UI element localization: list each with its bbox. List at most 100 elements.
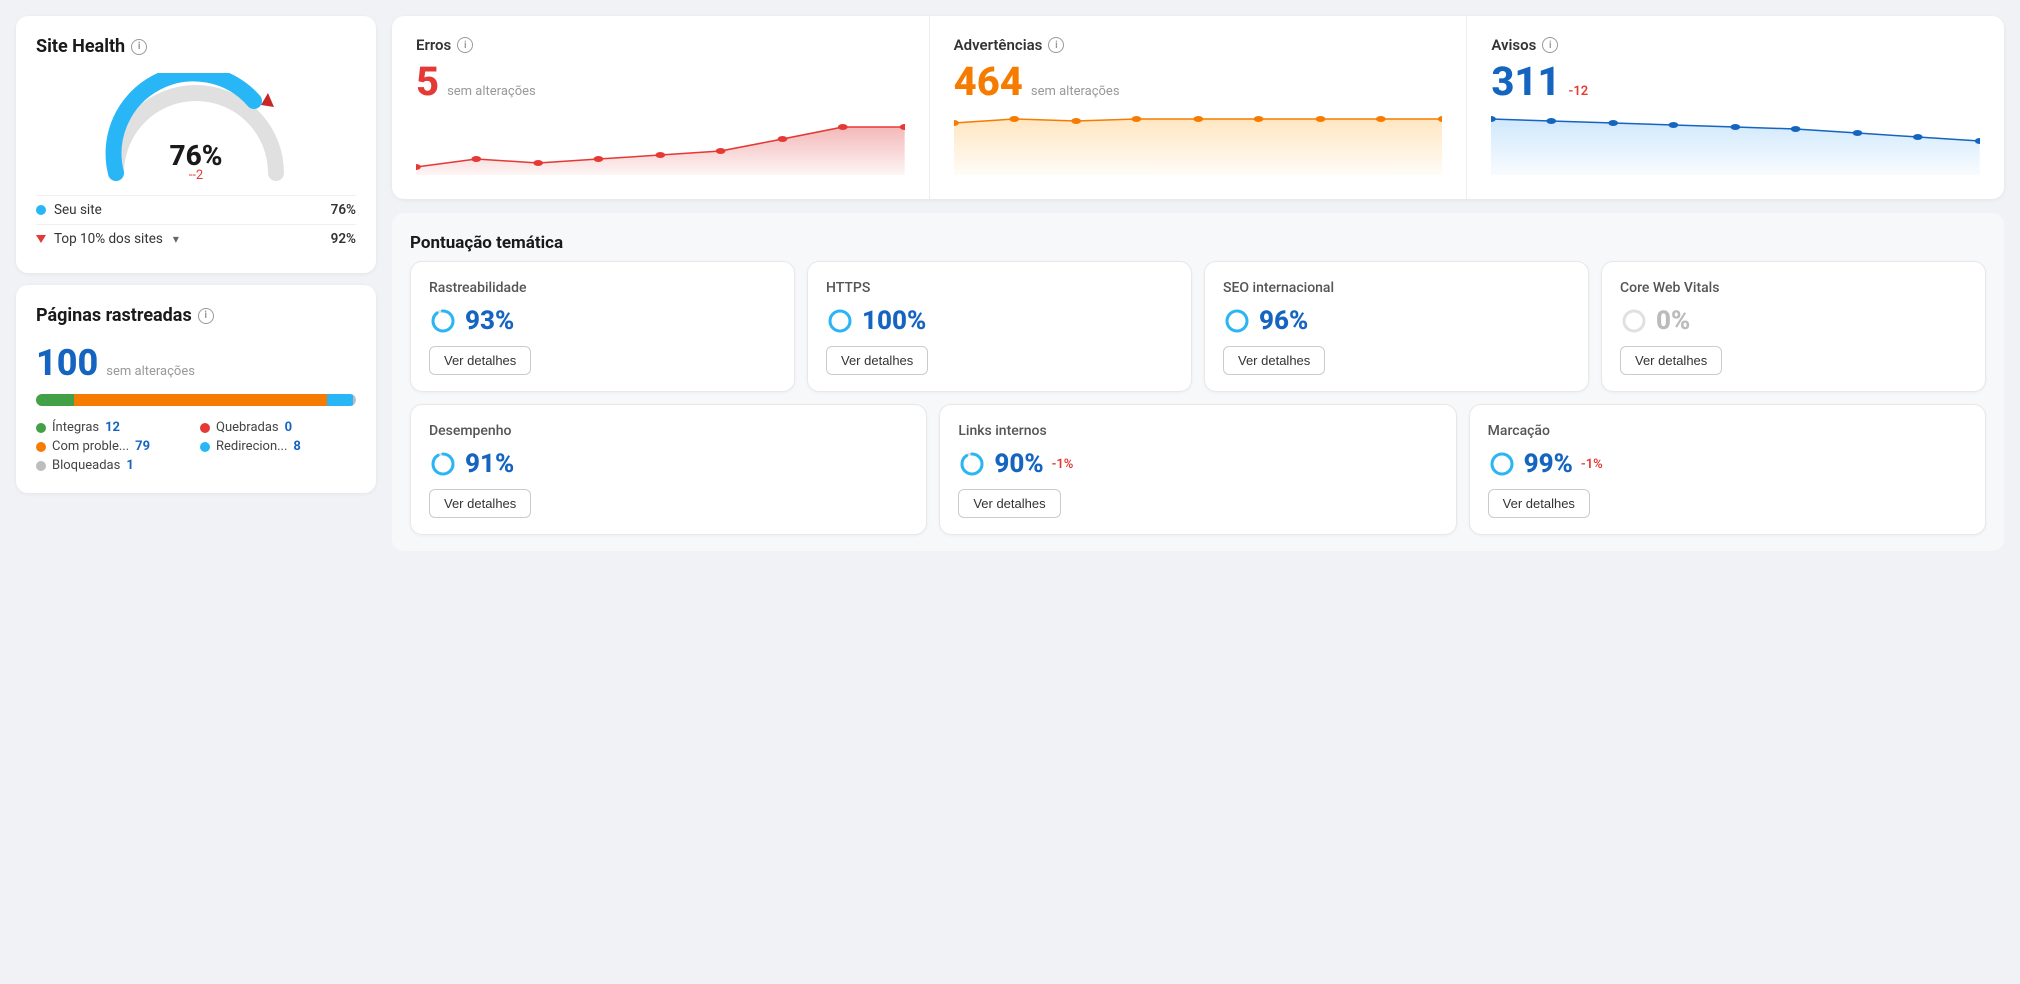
quebradas-label: Quebradas [216, 420, 279, 435]
links-internos-delta: -1% [1052, 457, 1074, 472]
https-details-btn[interactable]: Ver detalhes [826, 346, 928, 375]
seu-site-dot [36, 205, 46, 215]
legend-problemas: Com proble... 79 [36, 439, 192, 454]
legend-integras: Íntegras 12 [36, 420, 192, 435]
advertencias-number: 464 [954, 58, 1023, 105]
marcacao-value-row: 99% -1% [1488, 449, 1967, 479]
seo-internacional-percent: 96% [1259, 306, 1308, 336]
integras-value: 12 [105, 420, 120, 435]
pages-crawled-label: Páginas rastreadas [36, 305, 192, 326]
seo-internacional-value-row: 96% [1223, 306, 1570, 336]
https-percent: 100% [862, 306, 926, 336]
pages-info-icon[interactable]: i [198, 308, 214, 324]
top-stats-row: Erros i 5 sem alterações [392, 16, 2004, 199]
bloqueadas-value: 1 [126, 458, 133, 473]
legend-bloqueadas: Bloqueadas 1 [36, 458, 192, 473]
pages-no-change: sem alterações [106, 364, 195, 379]
erros-number-row: 5 sem alterações [416, 58, 905, 105]
desempenho-percent: 91% [465, 449, 514, 479]
thematic-title: Pontuação temática [410, 229, 1986, 261]
seu-site-value: 76% [331, 202, 356, 218]
site-health-info-icon[interactable]: i [131, 39, 147, 55]
avisos-chart [1491, 115, 1980, 175]
advertencias-info-icon[interactable]: i [1048, 37, 1064, 53]
score-core-web-vitals: Core Web Vitals 0% Ver detalhes [1601, 261, 1986, 392]
erros-sub: sem alterações [447, 84, 536, 99]
core-web-vitals-title: Core Web Vitals [1620, 280, 1967, 296]
problemas-label: Com proble... [52, 439, 129, 454]
avisos-number: 311 [1491, 58, 1560, 105]
rastreabilidade-details-btn[interactable]: Ver detalhes [429, 346, 531, 375]
sidebar: Site Health i 76% --2 [16, 16, 376, 968]
avisos-info-icon[interactable]: i [1542, 37, 1558, 53]
bar-problemas [74, 394, 327, 406]
core-web-vitals-circle-icon [1620, 307, 1648, 335]
links-internos-value-row: 90% -1% [958, 449, 1437, 479]
marcacao-title: Marcação [1488, 423, 1967, 439]
https-circle-icon [826, 307, 854, 335]
marcacao-details-btn[interactable]: Ver detalhes [1488, 489, 1590, 518]
https-value-row: 100% [826, 306, 1173, 336]
redirecionadas-dot [200, 442, 210, 452]
erros-chart [416, 115, 905, 175]
links-internos-circle-icon [958, 450, 986, 478]
marcacao-delta: -1% [1581, 457, 1603, 472]
seo-internacional-details-btn[interactable]: Ver detalhes [1223, 346, 1325, 375]
redirecionadas-value: 8 [293, 439, 300, 454]
quebradas-value: 0 [285, 420, 292, 435]
avisos-label: Avisos i [1491, 36, 1980, 54]
stat-advertencias: Advertências i 464 sem alterações [930, 16, 1468, 199]
marcacao-percent: 99% [1524, 449, 1573, 479]
rastreabilidade-circle-icon [429, 307, 457, 335]
site-health-title: Site Health i [36, 36, 356, 57]
score-links-internos: Links internos 90% -1% Ver detalhes [939, 404, 1456, 535]
top-sites-value: 92% [331, 231, 356, 247]
score-rastreabilidade: Rastreabilidade 93% Ver detalhes [410, 261, 795, 392]
top-sites-icon [36, 235, 46, 243]
rastreabilidade-value-row: 93% [429, 306, 776, 336]
gauge-chart: 76% --2 [96, 73, 296, 183]
main-content: Erros i 5 sem alterações [392, 16, 2004, 968]
quebradas-dot [200, 423, 210, 433]
score-desempenho: Desempenho 91% Ver detalhes [410, 404, 927, 535]
top-sites-arrow: ▾ [173, 232, 179, 246]
core-web-vitals-percent: 0% [1656, 306, 1690, 336]
erros-info-icon[interactable]: i [457, 37, 473, 53]
scores-bottom-row: Desempenho 91% Ver detalhes Links intern… [410, 404, 1986, 535]
gauge-container: 76% --2 [36, 73, 356, 183]
site-health-label: Site Health [36, 36, 125, 57]
marcacao-circle-icon [1488, 450, 1516, 478]
pages-bar [36, 394, 356, 406]
advertencias-sub: sem alterações [1031, 84, 1120, 99]
stat-erros: Erros i 5 sem alterações [392, 16, 930, 199]
links-internos-details-btn[interactable]: Ver detalhes [958, 489, 1060, 518]
stat-avisos: Avisos i 311 -12 [1467, 16, 2004, 199]
core-web-vitals-details-btn[interactable]: Ver detalhes [1620, 346, 1722, 375]
integras-label: Íntegras [52, 420, 99, 435]
bar-bloqueadas [353, 394, 356, 406]
bar-redirecionadas [327, 394, 353, 406]
links-internos-percent: 90% [994, 449, 1043, 479]
seo-internacional-circle-icon [1223, 307, 1251, 335]
seo-internacional-title: SEO internacional [1223, 280, 1570, 296]
seu-site-label: Seu site [54, 202, 102, 218]
bloqueadas-dot [36, 461, 46, 471]
pages-count-row: 100 sem alterações [36, 342, 356, 384]
desempenho-details-btn[interactable]: Ver detalhes [429, 489, 531, 518]
desempenho-circle-icon [429, 450, 457, 478]
score-seo-internacional: SEO internacional 96% Ver detalhes [1204, 261, 1589, 392]
avisos-delta: -12 [1569, 84, 1589, 99]
site-health-card: Site Health i 76% --2 [16, 16, 376, 273]
advertencias-number-row: 464 sem alterações [954, 58, 1443, 105]
advertencias-label: Advertências i [954, 36, 1443, 54]
erros-label: Erros i [416, 36, 905, 54]
redirecionadas-label: Redirecion... [216, 439, 287, 454]
https-title: HTTPS [826, 280, 1173, 296]
scores-top-row: Rastreabilidade 93% Ver detalhes HTTPS [410, 261, 1986, 392]
links-internos-title: Links internos [958, 423, 1437, 439]
rastreabilidade-percent: 93% [465, 306, 514, 336]
avisos-number-row: 311 -12 [1491, 58, 1980, 105]
rastreabilidade-title: Rastreabilidade [429, 280, 776, 296]
bar-integras [36, 394, 74, 406]
desempenho-value-row: 91% [429, 449, 908, 479]
